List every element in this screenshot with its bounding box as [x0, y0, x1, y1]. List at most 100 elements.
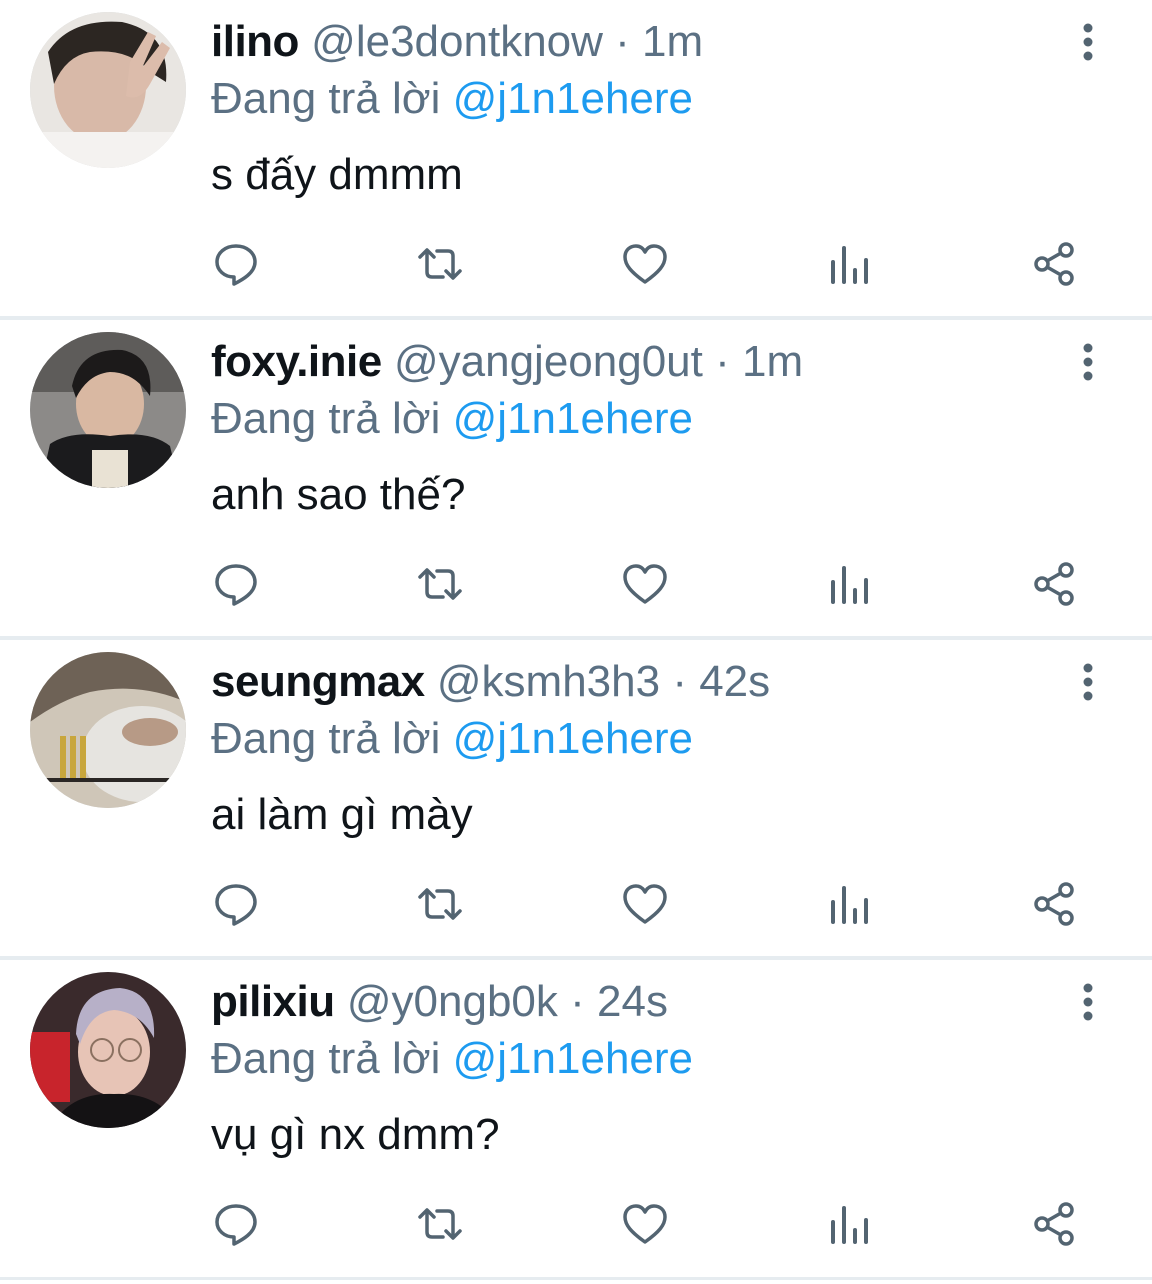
more-vertical-icon [1083, 23, 1093, 61]
share-icon [1034, 882, 1074, 926]
heart-icon [623, 884, 667, 924]
tweet-text: s đấy dmmm [211, 150, 463, 199]
user-handle[interactable]: @le3dontknow [311, 17, 603, 66]
separator-dot: · [570, 977, 585, 1026]
tweet-text: anh sao thế? [211, 470, 466, 519]
replying-to-label: Đang trả lời [211, 714, 441, 763]
retweet-button[interactable] [412, 876, 468, 932]
like-button[interactable] [617, 236, 673, 292]
share-button[interactable] [1026, 556, 1082, 612]
separator-dot: · [672, 657, 687, 706]
share-button[interactable] [1026, 236, 1082, 292]
tweet-header: pilixiu @y0ngb0k · 24s [211, 976, 1042, 1028]
heart-icon [623, 564, 667, 604]
more-options-button[interactable] [1068, 660, 1108, 704]
display-name[interactable]: foxy.inie [211, 337, 382, 386]
heart-icon [623, 1204, 667, 1244]
analytics-button[interactable] [822, 1196, 878, 1252]
tweet-text: vụ gì nx dmm? [211, 1110, 500, 1159]
more-vertical-icon [1083, 663, 1093, 701]
retweet-button[interactable] [412, 236, 468, 292]
tweet-header: seungmax @ksmh3h3 · 42s [211, 656, 1042, 708]
reply-button[interactable] [208, 876, 264, 932]
action-bar [0, 556, 1152, 612]
replying-to: Đang trả lời @j1n1ehere [211, 72, 693, 126]
avatar-image [30, 652, 186, 808]
share-icon [1034, 242, 1074, 286]
reply-icon [215, 1204, 257, 1246]
replying-to: Đang trả lời @j1n1ehere [211, 712, 693, 766]
replying-to: Đang trả lời @j1n1ehere [211, 1032, 693, 1086]
more-options-button[interactable] [1068, 340, 1108, 384]
reply-feed: ilino @le3dontknow · 1m Đang trả lời @j1… [0, 0, 1152, 1280]
retweet-icon [418, 248, 462, 280]
avatar[interactable] [30, 652, 186, 808]
separator-dot: · [615, 17, 630, 66]
retweet-icon [418, 568, 462, 600]
display-name[interactable]: pilixiu [211, 977, 335, 1026]
user-handle[interactable]: @y0ngb0k [347, 977, 558, 1026]
analytics-icon [831, 566, 868, 604]
more-options-button[interactable] [1068, 20, 1108, 64]
action-bar [0, 1196, 1152, 1252]
timestamp[interactable]: 1m [742, 337, 803, 386]
reply-button[interactable] [208, 1196, 264, 1252]
retweet-icon [418, 1208, 462, 1240]
analytics-button[interactable] [822, 236, 878, 292]
share-button[interactable] [1026, 1196, 1082, 1252]
tweet[interactable]: ilino @le3dontknow · 1m Đang trả lời @j1… [0, 0, 1152, 320]
replying-to-label: Đang trả lời [211, 1034, 441, 1083]
analytics-icon [831, 246, 868, 284]
tweet[interactable]: foxy.inie @yangjeong0ut · 1m Đang trả lờ… [0, 320, 1152, 640]
share-button[interactable] [1026, 876, 1082, 932]
reply-button[interactable] [208, 236, 264, 292]
retweet-button[interactable] [412, 1196, 468, 1252]
reply-icon [215, 564, 257, 606]
display-name[interactable]: ilino [211, 17, 299, 66]
avatar-image [30, 332, 186, 488]
timestamp[interactable]: 1m [642, 17, 703, 66]
replying-to-label: Đang trả lời [211, 394, 441, 443]
reply-icon [215, 244, 257, 286]
avatar[interactable] [30, 12, 186, 168]
display-name[interactable]: seungmax [211, 657, 425, 706]
mention-link[interactable]: @j1n1ehere [453, 394, 693, 443]
like-button[interactable] [617, 1196, 673, 1252]
action-bar [0, 236, 1152, 292]
timestamp[interactable]: 42s [699, 657, 770, 706]
mention-link[interactable]: @j1n1ehere [453, 74, 693, 123]
avatar-image [30, 972, 186, 1128]
tweet[interactable]: seungmax @ksmh3h3 · 42s Đang trả lời @j1… [0, 640, 1152, 960]
share-icon [1034, 562, 1074, 606]
user-handle[interactable]: @ksmh3h3 [437, 657, 660, 706]
retweet-button[interactable] [412, 556, 468, 612]
analytics-button[interactable] [822, 556, 878, 612]
tweet-text: ai làm gì mày [211, 790, 473, 839]
analytics-icon [831, 1206, 868, 1244]
avatar[interactable] [30, 332, 186, 488]
action-bar [0, 876, 1152, 932]
tweet-header: ilino @le3dontknow · 1m [211, 16, 1042, 68]
like-button[interactable] [617, 876, 673, 932]
analytics-button[interactable] [822, 876, 878, 932]
mention-link[interactable]: @j1n1ehere [453, 714, 693, 763]
retweet-icon [418, 888, 462, 920]
timestamp[interactable]: 24s [597, 977, 668, 1026]
replying-to-label: Đang trả lời [211, 74, 441, 123]
avatar-image [30, 12, 186, 168]
share-icon [1034, 1202, 1074, 1246]
more-vertical-icon [1083, 343, 1093, 381]
reply-button[interactable] [208, 556, 264, 612]
more-options-button[interactable] [1068, 980, 1108, 1024]
more-vertical-icon [1083, 983, 1093, 1021]
separator-dot: · [715, 337, 730, 386]
reply-icon [215, 884, 257, 926]
mention-link[interactable]: @j1n1ehere [453, 1034, 693, 1083]
tweet[interactable]: pilixiu @y0ngb0k · 24s Đang trả lời @j1n… [0, 960, 1152, 1280]
analytics-icon [831, 886, 868, 924]
replying-to: Đang trả lời @j1n1ehere [211, 392, 693, 446]
like-button[interactable] [617, 556, 673, 612]
heart-icon [623, 244, 667, 284]
user-handle[interactable]: @yangjeong0ut [394, 337, 703, 386]
avatar[interactable] [30, 972, 186, 1128]
